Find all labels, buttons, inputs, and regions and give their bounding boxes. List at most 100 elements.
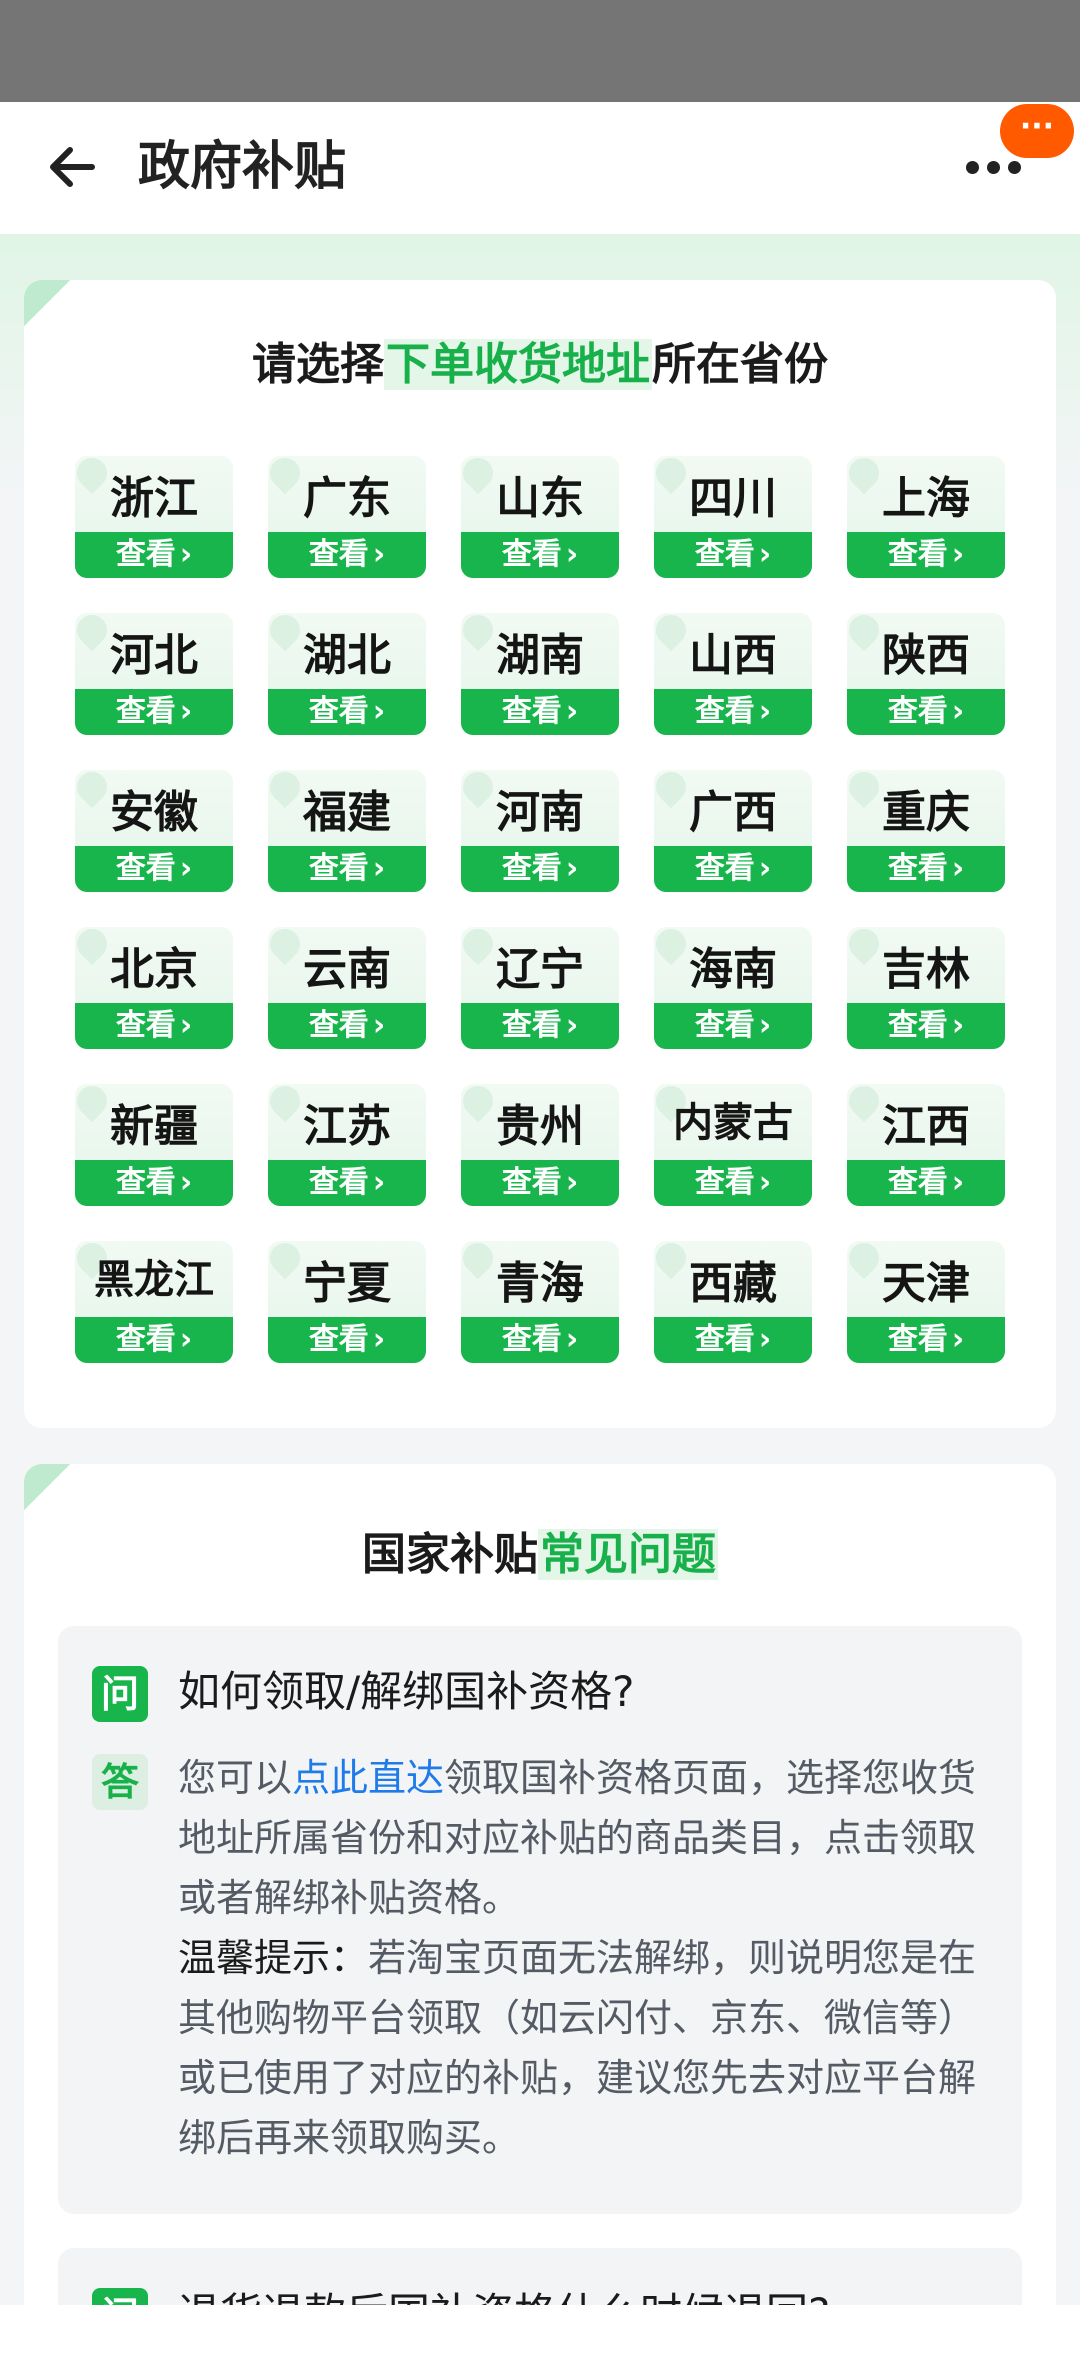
view-label: 查看 bbox=[115, 537, 176, 572]
province-tile[interactable]: 湖南 查看 › bbox=[461, 613, 619, 735]
province-tile[interactable]: 海南查看 › bbox=[654, 927, 812, 1049]
view-button[interactable]: 查看 › bbox=[461, 1317, 619, 1363]
province-tile[interactable]: 江西 查看 › bbox=[847, 1084, 1005, 1206]
province-tile[interactable]: 天津 查看 › bbox=[847, 1241, 1005, 1363]
view-label: 查看 bbox=[115, 1322, 176, 1357]
province-tile[interactable]: 吉林 查看 › bbox=[847, 927, 1005, 1049]
view-button[interactable]: 查看 › bbox=[654, 1317, 812, 1363]
province-tile[interactable]: 四川查看 › bbox=[654, 456, 812, 578]
view-button[interactable]: 查看 › bbox=[654, 846, 812, 892]
province-tile[interactable]: 浙江 查看 › bbox=[75, 456, 233, 578]
view-label: 查看 bbox=[308, 851, 369, 886]
view-button[interactable]: 查看 › bbox=[654, 532, 812, 578]
chevron-right-icon: › bbox=[179, 1165, 193, 1200]
chevron-right-icon: › bbox=[565, 851, 579, 886]
chevron-right-icon: › bbox=[758, 537, 772, 572]
province-tile[interactable]: 江苏 查看 › bbox=[268, 1084, 426, 1206]
view-button[interactable]: 查看 › bbox=[75, 846, 233, 892]
view-label: 查看 bbox=[115, 851, 176, 886]
province-name: 广东 bbox=[303, 473, 391, 524]
back-button[interactable] bbox=[40, 132, 110, 202]
province-tile[interactable]: 内蒙古 查看 › bbox=[654, 1084, 812, 1206]
view-button[interactable]: 查看 › bbox=[654, 1003, 812, 1049]
province-tile[interactable]: 宁夏 查看 › bbox=[268, 1241, 426, 1363]
province-tile[interactable]: 西藏 查看 › bbox=[654, 1241, 812, 1363]
province-name: 新疆 bbox=[110, 1101, 198, 1152]
view-button[interactable]: 查看 › bbox=[268, 532, 426, 578]
view-button[interactable]: 查看 › bbox=[461, 689, 619, 735]
floating-menu-pill[interactable]: ··· bbox=[1000, 104, 1074, 158]
view-label: 查看 bbox=[694, 694, 755, 729]
card-corner-decoration bbox=[24, 1464, 70, 1510]
province-tile[interactable]: 山东 查看 › bbox=[461, 456, 619, 578]
chevron-right-icon: › bbox=[372, 1165, 386, 1200]
province-tile[interactable]: 云南 查看 › bbox=[268, 927, 426, 1049]
province-tile[interactable]: 陕西查看 › bbox=[847, 613, 1005, 735]
province-tile[interactable]: 湖北 查看 › bbox=[268, 613, 426, 735]
status-bar bbox=[0, 0, 1080, 102]
chevron-right-icon: › bbox=[565, 694, 579, 729]
province-name: 北京 bbox=[110, 944, 198, 995]
province-card: 请选择下单收货地址所在省份 浙江 查看 › 广东 查看 › 山东 查看 › 四川 查看 › 上海 查看 › 河… bbox=[24, 280, 1056, 1428]
view-button[interactable]: 查看 › bbox=[268, 1160, 426, 1206]
view-button[interactable]: 查看 › bbox=[75, 532, 233, 578]
province-tile[interactable]: 辽宁 查看 › bbox=[461, 927, 619, 1049]
faq-answer: 您可以点此直达领取国补资格页面，选择您收货地址所属省份和对应补贴的商品类目，点击… bbox=[178, 1756, 977, 2160]
direct-link[interactable]: 点此直达 bbox=[292, 1756, 444, 1800]
view-button[interactable]: 查看 › bbox=[75, 1003, 233, 1049]
chevron-right-icon: › bbox=[758, 851, 772, 886]
province-tile[interactable]: 北京查看 › bbox=[75, 927, 233, 1049]
province-tile[interactable]: 河北 查看 › bbox=[75, 613, 233, 735]
view-label: 查看 bbox=[694, 1165, 755, 1200]
province-tile[interactable]: 安徽查看 › bbox=[75, 770, 233, 892]
view-label: 查看 bbox=[501, 537, 562, 572]
chevron-right-icon: › bbox=[951, 1165, 965, 1200]
province-tile[interactable]: 上海 查看 › bbox=[847, 456, 1005, 578]
view-button[interactable]: 查看 › bbox=[268, 846, 426, 892]
faq-question: 如何领取/解绑国补资格? bbox=[178, 1667, 635, 1716]
view-button[interactable]: 查看 › bbox=[461, 846, 619, 892]
province-tile[interactable]: 贵州 查看 › bbox=[461, 1084, 619, 1206]
province-tile[interactable]: 河南 查看 › bbox=[461, 770, 619, 892]
province-name: 海南 bbox=[689, 944, 777, 995]
view-button[interactable]: 查看 › bbox=[461, 1160, 619, 1206]
view-button[interactable]: 查看 › bbox=[847, 1160, 1005, 1206]
view-button[interactable]: 查看 › bbox=[461, 1003, 619, 1049]
chevron-right-icon: › bbox=[758, 1165, 772, 1200]
chevron-right-icon: › bbox=[565, 537, 579, 572]
chevron-right-icon: › bbox=[372, 537, 386, 572]
province-tile[interactable]: 广东查看 › bbox=[268, 456, 426, 578]
view-button[interactable]: 查看 › bbox=[461, 532, 619, 578]
province-section-heading: 请选择下单收货地址所在省份 bbox=[252, 339, 828, 390]
view-button[interactable]: 查看 › bbox=[75, 1317, 233, 1363]
view-button[interactable]: 查看 › bbox=[847, 532, 1005, 578]
arrow-left-icon bbox=[50, 147, 95, 187]
view-button[interactable]: 查看 › bbox=[847, 1003, 1005, 1049]
view-button[interactable]: 查看 › bbox=[268, 689, 426, 735]
view-label: 查看 bbox=[115, 1008, 176, 1043]
province-tile[interactable]: 福建 查看 › bbox=[268, 770, 426, 892]
view-button[interactable]: 查看 › bbox=[847, 846, 1005, 892]
view-button[interactable]: 查看 › bbox=[847, 1317, 1005, 1363]
province-tile[interactable]: 山西 查看 › bbox=[654, 613, 812, 735]
province-tile[interactable]: 青海查看 › bbox=[461, 1241, 619, 1363]
view-button[interactable]: 查看 › bbox=[75, 689, 233, 735]
province-tile[interactable]: 黑龙江 查看 › bbox=[75, 1241, 233, 1363]
more-dots-icon[interactable] bbox=[962, 152, 1026, 182]
view-button[interactable]: 查看 › bbox=[75, 1160, 233, 1206]
chevron-right-icon: › bbox=[951, 851, 965, 886]
province-tile[interactable]: 广西 查看 › bbox=[654, 770, 812, 892]
faq-item[interactable]: 问 如何领取/解绑国补资格? 答 您可以点此直达领取国补资格页面，选择您收货地址… bbox=[58, 1626, 1022, 2214]
view-button[interactable]: 查看 › bbox=[654, 1160, 812, 1206]
province-name: 四川 bbox=[689, 473, 777, 524]
view-button[interactable]: 查看 › bbox=[654, 689, 812, 735]
view-button[interactable]: 查看 › bbox=[268, 1003, 426, 1049]
province-name: 安徽 bbox=[110, 787, 198, 838]
province-name: 陕西 bbox=[882, 630, 970, 681]
province-tile[interactable]: 重庆 查看 › bbox=[847, 770, 1005, 892]
view-button[interactable]: 查看 › bbox=[268, 1317, 426, 1363]
province-tile[interactable]: 新疆查看 › bbox=[75, 1084, 233, 1206]
province-name: 青海 bbox=[496, 1258, 584, 1309]
view-button[interactable]: 查看 › bbox=[847, 689, 1005, 735]
view-label: 查看 bbox=[694, 851, 755, 886]
